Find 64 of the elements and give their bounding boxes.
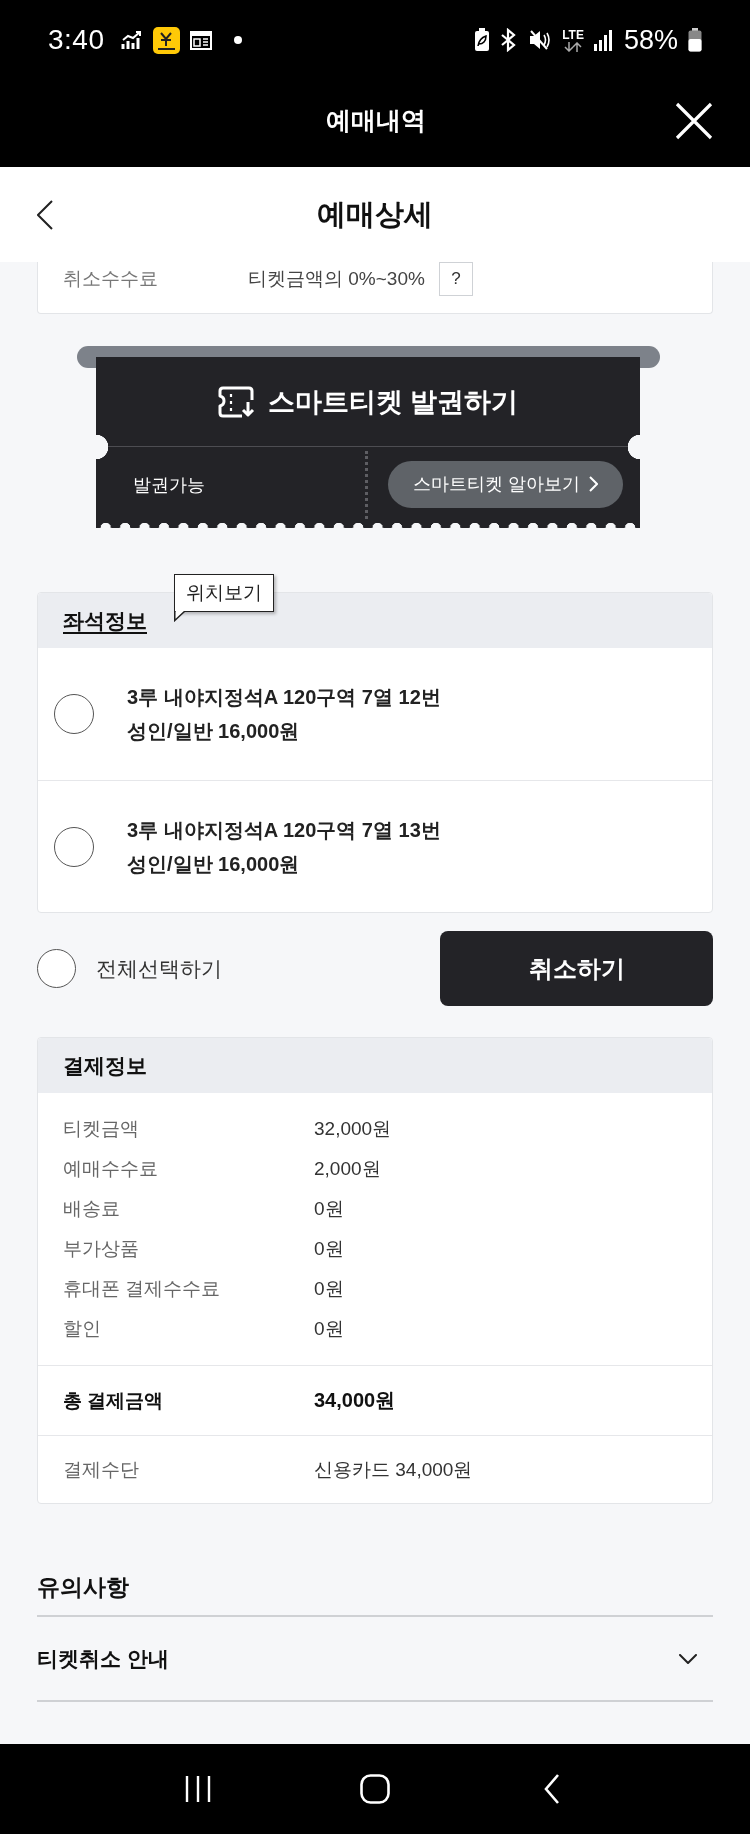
battery-leaf-icon [474, 28, 491, 52]
close-icon [675, 101, 713, 140]
ticket-download-icon [217, 385, 256, 418]
payment-label: 할인 [63, 1317, 102, 1341]
payment-label: 부가상품 [63, 1237, 140, 1261]
system-back-button[interactable] [543, 1774, 560, 1804]
payment-value: 0원 [314, 1237, 344, 1261]
header-title: 예매내역 [325, 105, 426, 136]
status-time: 3:40 [48, 24, 105, 56]
total-label: 총 결제금액 [63, 1388, 165, 1413]
payment-label: 예매수수료 [63, 1157, 159, 1181]
chart-icon [120, 30, 143, 50]
app-icon [152, 26, 180, 54]
select-all-label: 전체선택하기 [96, 955, 222, 982]
back-button[interactable] [37, 198, 55, 231]
home-button[interactable] [360, 1774, 390, 1804]
close-button[interactable] [674, 100, 714, 141]
fee-label: 취소수수료 [63, 266, 159, 291]
home-icon [360, 1774, 390, 1804]
recent-apps-icon [185, 1775, 212, 1803]
cancel-button[interactable]: 취소하기 [440, 931, 713, 1006]
payment-value: 32,000원 [314, 1117, 392, 1141]
seat-info-title[interactable]: 좌석정보 [63, 606, 147, 635]
battery-percent: 58% [623, 24, 678, 56]
accordion-label: 티켓취소 안내 [37, 1645, 169, 1672]
fee-value: 티켓금액의 0%~30% [248, 266, 425, 291]
seat-location: 3루 내야지정석A 120구역 7열 12번 [127, 685, 441, 710]
newspaper-icon [189, 30, 212, 50]
seat-price: 성인/일반 16,000원 [127, 851, 301, 877]
location-tooltip[interactable]: 위치보기 [174, 574, 274, 612]
payment-method-label: 결제수단 [63, 1457, 140, 1482]
notes-title: 유의사항 [37, 1573, 129, 1602]
payment-label: 휴대폰 결제수수료 [63, 1277, 222, 1301]
help-button[interactable]: ? [438, 262, 473, 296]
network-type: LTE [562, 28, 584, 41]
page-title: 예매상세 [317, 196, 433, 232]
battery-icon [688, 28, 702, 52]
seat-radio[interactable] [54, 826, 94, 867]
notification-dot-icon [233, 36, 242, 44]
back-icon [37, 199, 53, 230]
total-value: 34,000원 [314, 1388, 396, 1413]
accordion-row[interactable]: 티켓취소 안내 [37, 1617, 713, 1702]
seat-price: 성인/일반 16,000원 [127, 719, 301, 744]
mute-icon [528, 28, 553, 52]
payment-label: 티켓금액 [63, 1117, 140, 1141]
recent-apps-button[interactable] [185, 1775, 212, 1803]
data-arrows-icon [564, 41, 583, 52]
tooltip-tail [174, 610, 186, 622]
seat-radio[interactable] [54, 694, 94, 734]
payment-label: 배송료 [63, 1197, 121, 1221]
payment-value: 0원 [314, 1317, 344, 1341]
ticket-status: 발권가능 [133, 474, 205, 497]
signal-icon [593, 29, 614, 51]
seat-location: 3루 내야지정석A 120구역 7열 13번 [127, 817, 441, 843]
payment-title: 결제정보 [63, 1052, 147, 1079]
payment-value: 2,000원 [314, 1157, 381, 1181]
ticket-title: 스마트티켓 발권하기 [267, 385, 519, 419]
select-all-radio[interactable] [37, 949, 76, 988]
smart-ticket-info-button[interactable]: 스마트티켓 알아보기 [388, 460, 623, 508]
chevron-right-icon [588, 476, 598, 492]
payment-method-value: 신용카드 34,000원 [314, 1457, 473, 1482]
payment-value: 0원 [314, 1197, 344, 1221]
back-icon [543, 1774, 560, 1804]
payment-value: 0원 [314, 1277, 344, 1301]
